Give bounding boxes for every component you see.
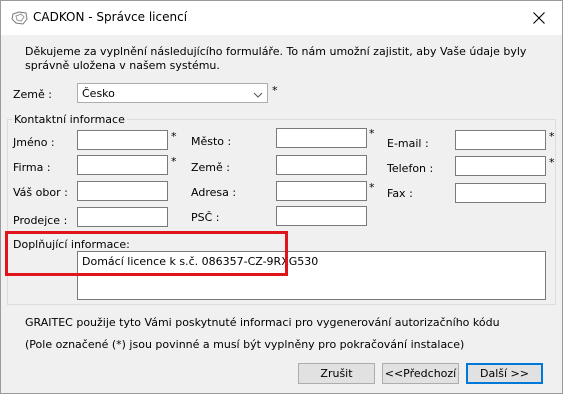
email-required-mark: * [549,130,555,143]
company-label: Firma : [13,161,51,174]
field-of-work-label: Váš obor : [13,186,68,199]
city-label: Město : [191,135,232,148]
footer-note-required: (Pole označené (*) jsou povinné a musí b… [25,338,465,351]
country2-label: Země : [191,161,230,174]
address-required-mark: * [369,181,375,194]
address-field[interactable] [276,181,367,201]
country2-field[interactable] [276,155,367,175]
email-label: E-mail : [387,137,429,150]
field-of-work-field[interactable] [77,181,168,201]
dealer-field[interactable] [77,207,168,227]
close-button[interactable] [516,1,562,35]
license-manager-window: CADKON - Správce licencí Děkujeme za vyp… [0,0,563,394]
window-title: CADKON - Správce licencí [33,10,188,24]
company-required-mark: * [171,155,177,168]
address-label: Adresa : [191,186,237,199]
zip-field[interactable] [276,206,367,226]
name-label: Jméno : [13,136,55,149]
country-label: Země : [13,88,52,101]
cadkon-logo-icon [11,10,28,26]
back-button[interactable]: <<Předchozí [382,363,459,384]
intro-text: Děkujeme za vyplnění následujícího formu… [25,45,527,72]
close-icon [533,12,545,24]
email-field[interactable] [455,130,546,150]
highlight-box [5,231,288,276]
country-select[interactable]: Česko [77,83,268,103]
fax-label: Fax : [387,187,413,200]
company-field[interactable] [77,155,168,175]
zip-label: PSČ : [191,211,220,224]
city-required-mark: * [369,127,375,140]
dealer-label: Prodejce : [13,214,68,227]
footer-note-authorization: GRAITEC použije tyto Vámi poskytnuté inf… [25,316,500,329]
contact-info-group-label: Kontaktní informace [12,113,127,126]
fax-field[interactable] [455,183,546,203]
title-bar: CADKON - Správce licencí [1,1,562,35]
cancel-button[interactable]: Zrušit [298,363,375,384]
phone-required-mark: * [549,156,555,169]
chevron-down-icon [253,89,263,102]
country-required-mark: * [272,84,278,97]
name-field[interactable] [77,130,168,150]
name-required-mark: * [171,130,177,143]
next-button[interactable]: Další >> [466,363,543,384]
city-field[interactable] [276,128,367,148]
country-select-value: Česko [82,87,115,100]
phone-field[interactable] [455,156,546,176]
phone-label: Telefon : [387,162,434,175]
